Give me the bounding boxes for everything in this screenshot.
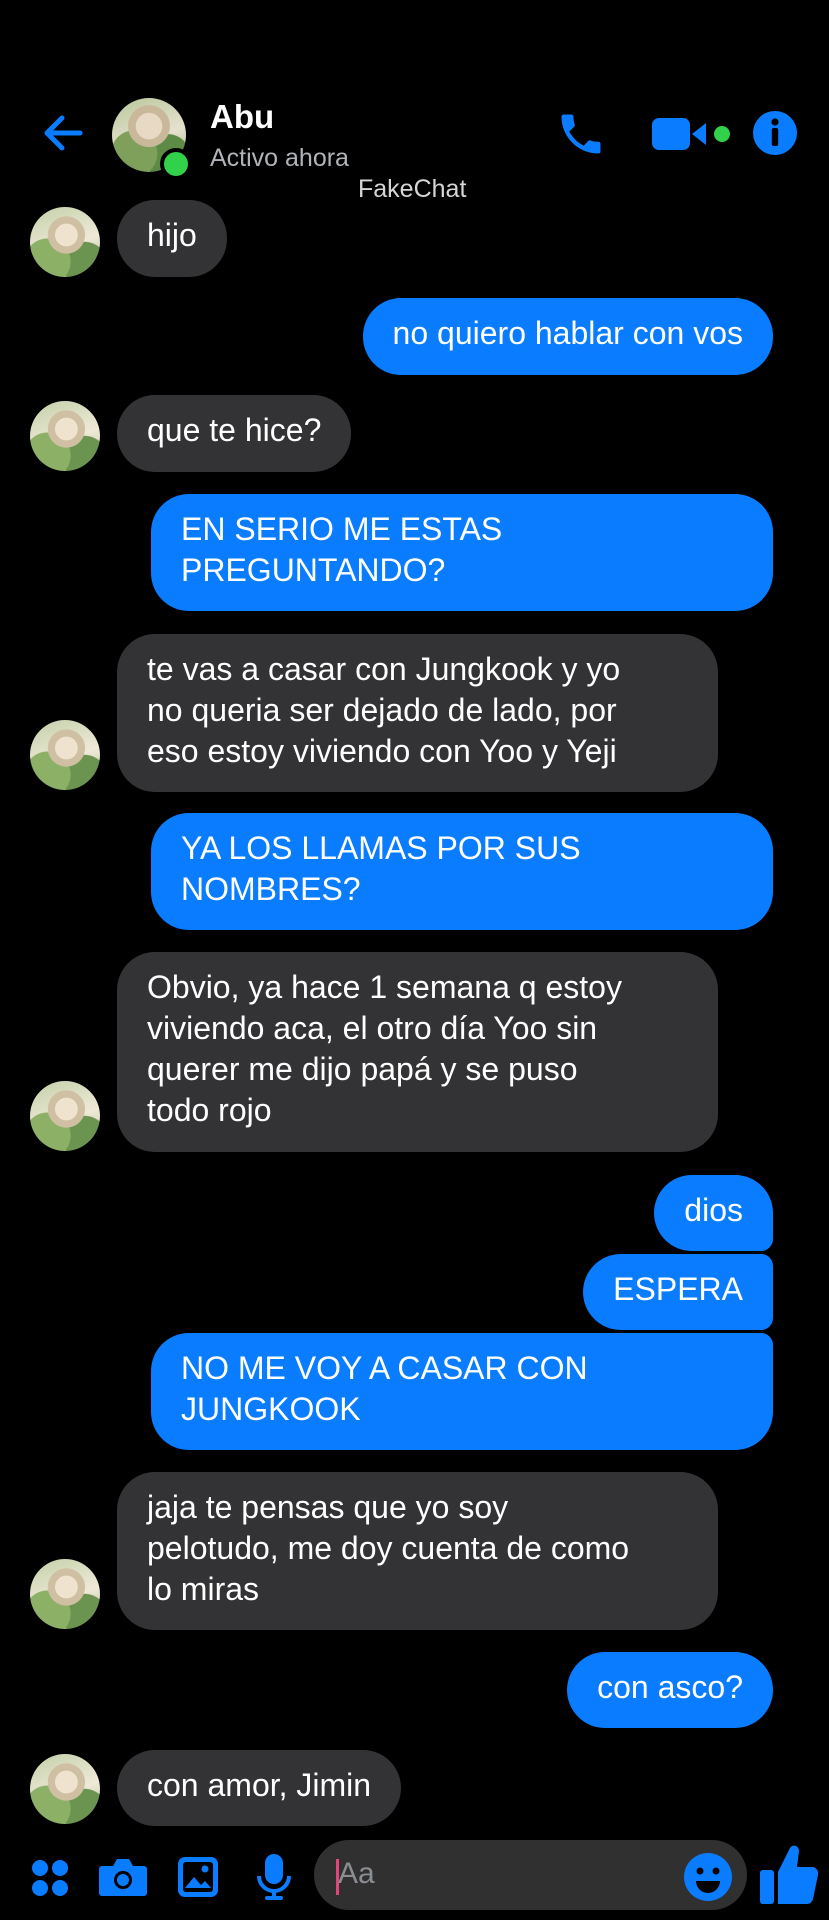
video-call-button[interactable]: [650, 114, 734, 159]
message-bubble-incoming[interactable]: que te hice?: [117, 395, 352, 472]
sender-avatar[interactable]: [30, 720, 100, 790]
message-input-placeholder: Aa: [338, 1857, 375, 1890]
voice-message-button[interactable]: [256, 1852, 292, 1907]
back-arrow-icon: [44, 115, 83, 151]
camera-button[interactable]: [98, 1856, 148, 1903]
message-bubble-outgoing[interactable]: EN SERIO ME ESTAS PREGUNTANDO?: [151, 494, 773, 611]
voice-call-button[interactable]: [555, 108, 607, 165]
contact-name[interactable]: Abu: [210, 98, 274, 136]
message-bubble-outgoing[interactable]: ESPERA: [583, 1254, 773, 1330]
apps-grid-icon: [32, 1860, 68, 1896]
contact-status: Activo ahora: [210, 144, 349, 172]
info-button[interactable]: [752, 110, 798, 161]
watermark: FakeChat: [358, 175, 467, 203]
online-indicator: [160, 148, 192, 180]
microphone-icon: [257, 1854, 291, 1900]
video-camera-icon: [652, 118, 730, 150]
message-bubble-incoming[interactable]: jaja te pensas que yo soy pelotudo, me d…: [117, 1472, 718, 1630]
emoji-icon: [684, 1853, 732, 1901]
image-icon: [178, 1857, 218, 1897]
phone-icon: [561, 114, 601, 154]
camera-icon: [99, 1859, 147, 1896]
message-bubble-outgoing[interactable]: YA LOS LLAMAS POR SUS NOMBRES?: [151, 813, 773, 930]
emoji-button[interactable]: [683, 1852, 733, 1907]
sender-avatar[interactable]: [30, 1081, 100, 1151]
info-icon: [753, 111, 797, 155]
message-bubble-outgoing[interactable]: con asco?: [567, 1652, 773, 1728]
message-bubble-outgoing[interactable]: dios: [654, 1175, 773, 1251]
like-button[interactable]: [758, 1842, 820, 1913]
thumbs-up-icon: [760, 1845, 819, 1904]
sender-avatar[interactable]: [30, 401, 100, 471]
message-bubble-incoming[interactable]: te vas a casar con Jungkook y yo no quer…: [117, 634, 718, 792]
message-bubble-incoming[interactable]: hijo: [117, 200, 227, 277]
message-bubble-outgoing[interactable]: NO ME VOY A CASAR CON JUNGKOOK: [151, 1333, 773, 1450]
message-bubble-incoming[interactable]: Obvio, ya hace 1 semana q estoy viviendo…: [117, 952, 718, 1152]
message-bubble-outgoing[interactable]: no quiero hablar con vos: [362, 298, 773, 375]
back-button[interactable]: [38, 108, 88, 158]
message-bubble-incoming[interactable]: con amor, Jimin: [117, 1750, 402, 1826]
sender-avatar[interactable]: [30, 207, 100, 277]
sender-avatar[interactable]: [30, 1754, 100, 1824]
sender-avatar[interactable]: [30, 1559, 100, 1629]
apps-button[interactable]: [30, 1858, 70, 1903]
gallery-button[interactable]: [176, 1855, 220, 1904]
